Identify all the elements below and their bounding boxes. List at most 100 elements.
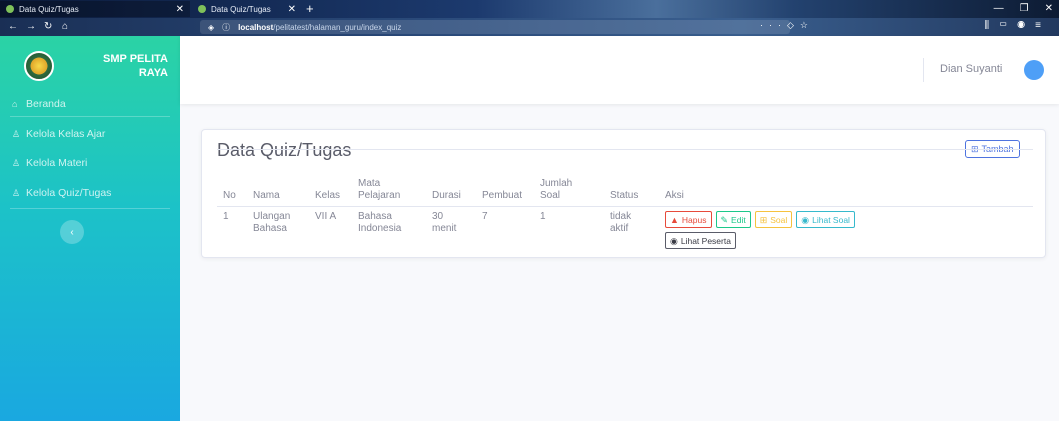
table-row: 1 Ulangan Bahasa VII A Bahasa Indonesia … [217, 207, 1033, 254]
maximize-icon[interactable]: ❐ [1020, 0, 1029, 17]
action-buttons: ▲ Hapus ✎ Edit ⊞ Soal ◉ Lihat Soal ◉ Lih… [665, 211, 855, 249]
col-aksi: Aksi [659, 149, 1033, 207]
info-icon: ⓘ [222, 22, 231, 32]
sidebar-toggle-button[interactable]: ‹ [60, 220, 84, 244]
new-tab-icon[interactable]: + [306, 0, 314, 17]
sidebar: SMP PELITA RAYA ⌂ Beranda ♙ Kelola Kelas… [0, 36, 180, 421]
more-icon[interactable]: ··· [760, 20, 787, 30]
topbar-divider [923, 58, 924, 82]
col-nama: Nama [247, 149, 309, 207]
url-host: localhost [238, 22, 274, 32]
quiz-table: No Nama Kelas Mata Pelajaran Durasi Pemb… [217, 149, 1033, 253]
chevron-left-icon: ‹ [70, 226, 74, 238]
user-icon: ♙ [12, 157, 21, 168]
user-icon: ♙ [12, 187, 21, 198]
cell-durasi: 30 menit [426, 207, 476, 254]
col-durasi: Durasi [426, 149, 476, 207]
edit-button-label: Edit [731, 214, 746, 225]
tab-title: Data Quiz/Tugas [19, 4, 79, 14]
account-icon[interactable]: ◉ [1017, 20, 1035, 31]
view-questions-button[interactable]: ◉ Lihat Soal [796, 211, 855, 228]
home-icon: ⌂ [12, 99, 18, 109]
cell-status-line1: tidak [610, 211, 632, 222]
quiz-card: Data Quiz/Tugas ⊞ Tambah No Nama Kelas M… [201, 129, 1046, 258]
col-jumlah-soal: Jumlah Soal [534, 149, 604, 207]
window-controls: — ❐ ✕ [994, 0, 1053, 17]
view-participants-button[interactable]: ◉ Lihat Peserta [665, 232, 736, 249]
cell-durasi-line2: menit [432, 223, 457, 234]
pocket-icon[interactable]: ◇ [787, 20, 800, 30]
close-window-icon[interactable]: ✕ [1045, 0, 1053, 17]
col-jumlah-line2: Soal [540, 190, 561, 201]
sidebar-divider [10, 116, 170, 117]
user-name[interactable]: Dian Suyanti [940, 63, 1002, 75]
cell-kelas: VII A [315, 211, 337, 222]
sidebar-item-label: Kelola Quiz/Tugas [26, 187, 112, 199]
col-kelas: Kelas [309, 149, 352, 207]
cell-status-line2: aktif [610, 223, 629, 234]
col-mata-pelajaran: Mata Pelajaran [352, 149, 426, 207]
back-icon[interactable]: ← [8, 20, 18, 34]
cell-mapel-line1: Bahasa [358, 211, 392, 222]
library-icon[interactable]: ⫼ [985, 20, 1000, 31]
favicon-icon [198, 5, 206, 13]
col-no: No [217, 149, 247, 207]
brand-line1: SMP PELITA [103, 53, 168, 65]
browser-tab-bar: Data Quiz/Tugas ✕ Data Quiz/Tugas ✕ + — … [0, 0, 1059, 18]
cell-durasi-line1: 30 [432, 211, 444, 222]
sidebar-item-kelola-kelas-ajar[interactable]: ♙ Kelola Kelas Ajar [12, 128, 105, 140]
home-icon[interactable]: ⌂ [62, 20, 68, 34]
menu-icon[interactable]: ≡ [1035, 20, 1051, 31]
brand[interactable]: SMP PELITA RAYA [0, 36, 180, 96]
sidebar-item-label: Kelola Kelas Ajar [26, 128, 106, 140]
delete-button-label: Hapus [681, 214, 707, 225]
cell-pembuat: 7 [482, 211, 488, 222]
tab-title: Data Quiz/Tugas [211, 4, 271, 14]
cell-nama-line1: Ulangan [253, 211, 291, 222]
cell-mapel-line2: Indonesia [358, 223, 402, 234]
col-jumlah-line1: Jumlah [540, 178, 573, 189]
url-path: /pelitatest/halaman_guru/index_quiz [273, 22, 402, 32]
shield-icon: ◈ [208, 22, 215, 32]
browser-nav-bar: ← → ↻ ⌂ ◈ ⓘ localhost /pelitatest/halama… [0, 18, 1059, 36]
minimize-icon[interactable]: — [994, 0, 1004, 17]
reload-icon[interactable]: ↻ [44, 20, 52, 34]
bookmark-star-icon[interactable]: ☆ [800, 20, 814, 30]
browser-toolbar-icons: ⫼▭◉≡ [985, 20, 1051, 31]
col-status: Status [604, 149, 659, 207]
cell-aksi: ▲ Hapus ✎ Edit ⊞ Soal ◉ Lihat Soal ◉ Lih… [659, 207, 1033, 254]
sidebar-item-kelola-quiz-tugas[interactable]: ♙ Kelola Quiz/Tugas [12, 187, 111, 199]
eye-icon: ◉ [670, 235, 678, 246]
browser-tab[interactable]: Data Quiz/Tugas ✕ [192, 1, 302, 17]
sidebar-item-label: Kelola Materi [26, 157, 88, 169]
eye-icon: ◉ [801, 214, 810, 225]
view-participants-label: Lihat Peserta [680, 235, 731, 246]
close-tab-icon[interactable]: ✕ [288, 4, 296, 15]
close-tab-icon[interactable]: ✕ [176, 4, 184, 15]
url-actions: ···◇☆ [760, 20, 814, 31]
cell-status: tidak aktif [604, 207, 659, 254]
cell-nama-line2: Bahasa [253, 223, 287, 234]
delete-button[interactable]: ▲ Hapus [665, 211, 712, 228]
plus-square-icon: ⊞ [759, 214, 768, 225]
cell-nama: Ulangan Bahasa [247, 207, 309, 254]
forward-icon[interactable]: → [26, 20, 36, 34]
edit-button[interactable]: ✎ Edit [715, 211, 751, 228]
col-pembuat: Pembuat [476, 149, 534, 207]
sidebar-item-kelola-materi[interactable]: ♙ Kelola Materi [12, 157, 87, 169]
url-bar[interactable]: ◈ ⓘ localhost /pelitatest/halaman_guru/i… [200, 20, 790, 34]
sidebar-item-label: Beranda [26, 98, 66, 110]
sidebar-item-beranda[interactable]: ⌂ Beranda [12, 98, 66, 110]
edit-icon: ✎ [720, 214, 729, 225]
soal-button[interactable]: ⊞ Soal [754, 211, 793, 228]
school-logo [24, 51, 54, 81]
sidebar-divider [10, 208, 170, 209]
user-icon: ♙ [12, 128, 21, 139]
soal-button-label: Soal [770, 214, 788, 225]
col-mapel-line2: Pelajaran [358, 190, 401, 201]
trash-icon: ▲ [670, 214, 679, 225]
browser-tab-active[interactable]: Data Quiz/Tugas ✕ [0, 1, 190, 17]
sidebar-icon[interactable]: ▭ [999, 20, 1017, 31]
favicon-icon [6, 5, 14, 13]
avatar[interactable] [1024, 60, 1044, 80]
